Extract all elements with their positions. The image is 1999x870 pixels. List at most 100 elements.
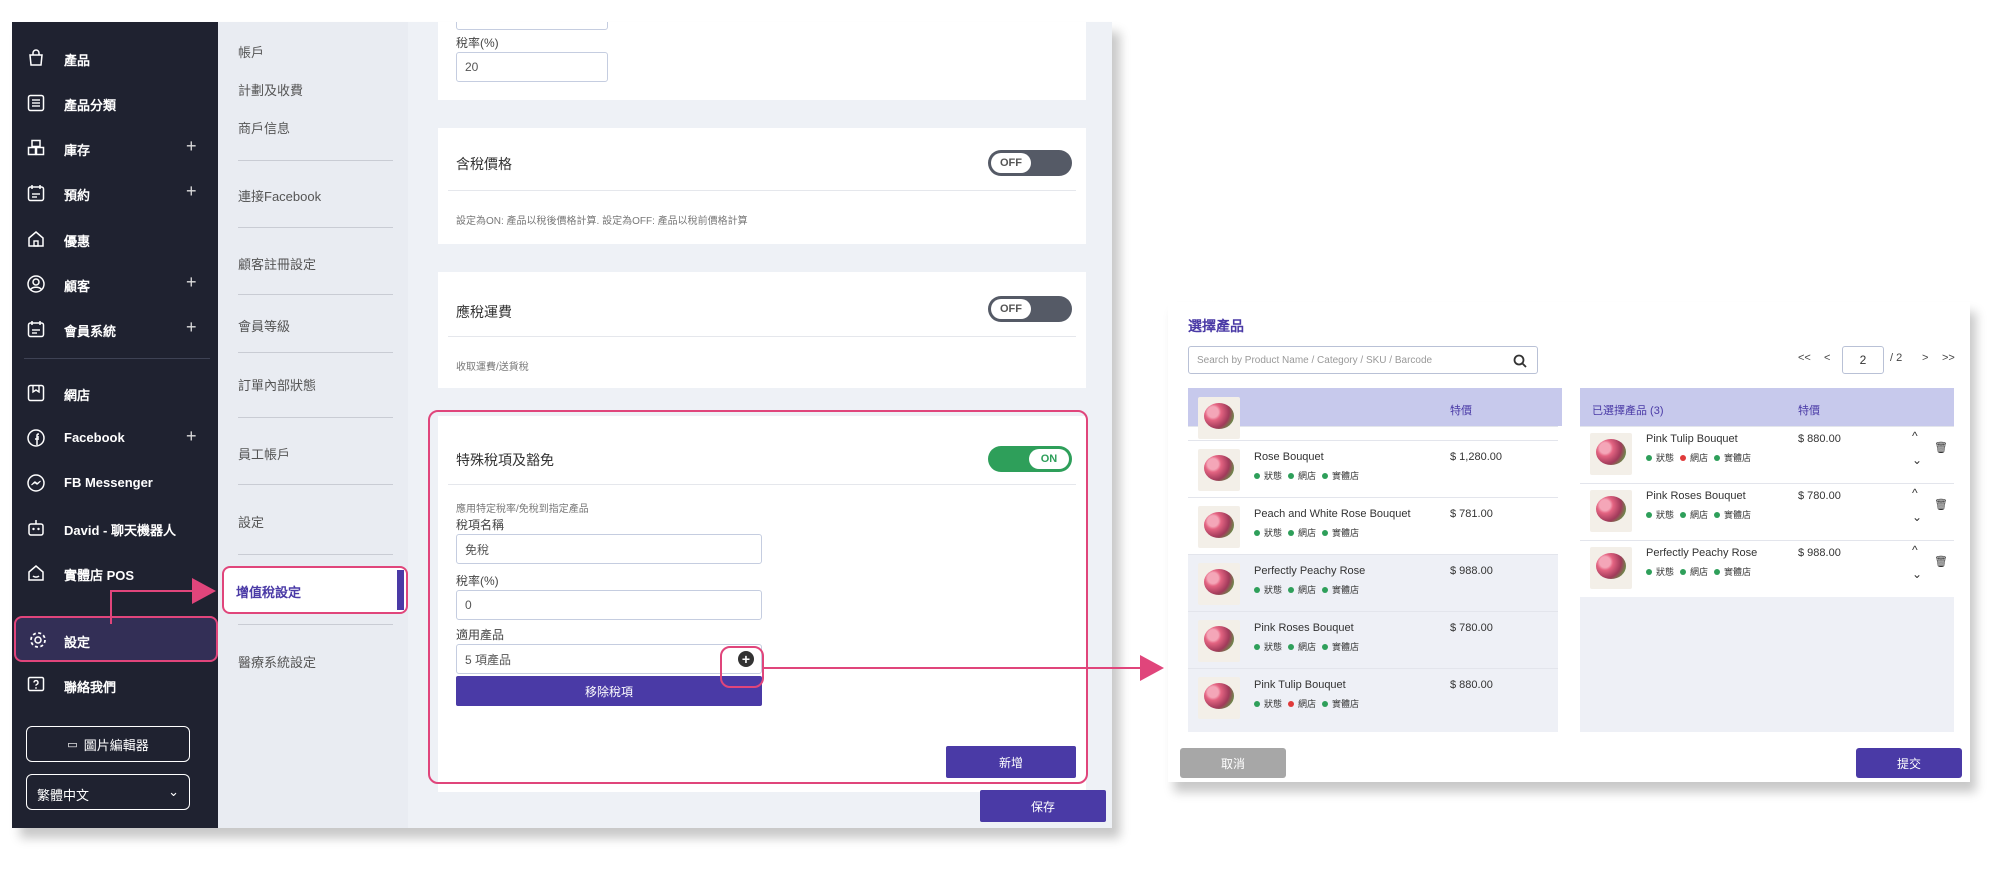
pager-next[interactable]: > xyxy=(1922,352,1928,364)
tax-rate-label: 稅率(%) xyxy=(456,36,499,50)
list-item[interactable]: Pink Tulip Bouquet $ 880.00 狀態 網店 實體店 xyxy=(1188,668,1562,725)
sidebar-item-8[interactable]: Facebook + xyxy=(12,418,218,458)
arrow-right-icon xyxy=(1140,655,1164,681)
sidebar-item-1[interactable]: 產品分類 xyxy=(12,83,218,123)
subnav-item-vat[interactable]: 增值稅設定 xyxy=(222,566,408,614)
tax-rate-input[interactable]: 20 xyxy=(456,52,608,82)
product-thumbnail xyxy=(1198,620,1240,662)
sidebar-item-label: 預約 xyxy=(64,188,91,203)
subnav-item-plan[interactable]: 計劃及收費 xyxy=(238,80,303,99)
tax-inclusive-toggle[interactable]: OFF xyxy=(988,150,1072,176)
list-icon xyxy=(26,93,46,113)
list-item[interactable]: Rose Bouquet $ 1,280.00 狀態 網店 實體店 xyxy=(1188,440,1562,497)
move-up-icon[interactable]: ^ xyxy=(1912,429,1918,443)
product-price: $ 988.00 xyxy=(1450,565,1493,577)
product-search-input[interactable]: Search by Product Name / Category / SKU … xyxy=(1188,346,1538,374)
sidebar-item-12[interactable]: 設定 xyxy=(14,616,218,662)
cancel-button[interactable]: 取消 xyxy=(1180,748,1286,778)
sidebar-item-9[interactable]: FB Messenger xyxy=(12,463,218,503)
submit-button[interactable]: 提交 xyxy=(1856,748,1962,778)
tag-label: 狀態 xyxy=(1264,585,1283,595)
subnav-item-registration[interactable]: 顧客註冊設定 xyxy=(238,254,316,273)
product-name: Peach and White Rose Bouquet xyxy=(1254,508,1411,520)
trash-icon[interactable]: 🗑 xyxy=(1934,441,1948,454)
subnav-divider xyxy=(238,160,393,161)
subnav-divider xyxy=(238,294,393,295)
sidebar-item-7[interactable]: 網店 xyxy=(12,373,218,413)
pos-icon xyxy=(26,563,46,583)
shipping-tax-toggle[interactable]: OFF xyxy=(988,296,1072,322)
list-item[interactable]: Peach and White Rose Bouquet $ 781.00 狀態 網店… xyxy=(1188,497,1562,554)
move-down-icon[interactable]: ⌄ xyxy=(1912,567,1922,581)
expand-plus-icon[interactable]: + xyxy=(186,317,197,338)
connector-line xyxy=(110,590,112,624)
status-dot xyxy=(1254,700,1260,707)
sidebar-item-label: 顧客 xyxy=(64,279,91,294)
subnav-item-vat-label: 增值稅設定 xyxy=(236,585,302,600)
sidebar-item-3[interactable]: 預約 + xyxy=(12,173,218,213)
page-number-input[interactable]: 2 xyxy=(1842,346,1884,374)
move-up-icon[interactable]: ^ xyxy=(1912,486,1918,500)
search-icon[interactable] xyxy=(1513,354,1527,368)
move-down-icon[interactable]: ⌄ xyxy=(1912,453,1922,467)
shipping-tax-title: 應稅運費 xyxy=(456,304,512,320)
product-name: Pink Tulip Bouquet xyxy=(1646,433,1738,445)
trash-icon[interactable]: 🗑 xyxy=(1934,498,1948,511)
pager-prev[interactable]: < xyxy=(1824,352,1830,364)
move-down-icon[interactable]: ⌄ xyxy=(1912,510,1922,524)
list-item-partial xyxy=(1188,397,1562,440)
scrollbar[interactable] xyxy=(1558,426,1562,732)
list-item[interactable]: Pink Roses Bouquet $ 780.00 狀態 網店 實體店 xyxy=(1188,611,1562,668)
expand-plus-icon[interactable]: + xyxy=(186,136,197,157)
sidebar-item-2[interactable]: 庫存 + xyxy=(12,128,218,168)
list-item[interactable]: Perfectly Peachy Rose $ 988.00 狀態 網店 實體店 xyxy=(1188,554,1562,611)
image-editor-button[interactable]: ▭ 圖片編輯器 xyxy=(26,726,190,762)
status-dot xyxy=(1680,454,1687,461)
expand-plus-icon[interactable]: + xyxy=(186,181,197,202)
pager-first[interactable]: << xyxy=(1798,352,1811,364)
subnav-item-settings[interactable]: 設定 xyxy=(238,512,264,531)
language-select[interactable]: 繁體中文 ⌄ xyxy=(26,774,190,810)
sidebar-item-label: 聯絡我們 xyxy=(64,680,117,695)
sidebar-divider xyxy=(24,358,210,359)
expand-plus-icon[interactable]: + xyxy=(186,426,197,447)
tag-label: 實體店 xyxy=(1332,471,1360,481)
sidebar-item-5[interactable]: 顧客 + xyxy=(12,264,218,304)
sidebar-item-label: 實體店 POS xyxy=(64,568,135,583)
pager-total: / 2 xyxy=(1890,352,1903,364)
sidebar-item-10[interactable]: David - 聊天機器人 xyxy=(12,508,218,548)
list-item[interactable]: Pink Roses Bouquet $ 780.00 狀態 網店 實體店 ^ ⌄ 🗑 xyxy=(1580,483,1954,540)
sidebar-item-label: 庫存 xyxy=(64,143,91,158)
trash-icon[interactable]: 🗑 xyxy=(1934,555,1948,568)
subnav-item-facebook[interactable]: 連接Facebook xyxy=(238,186,321,205)
subnav-divider xyxy=(238,554,393,555)
subnav-item-staff[interactable]: 員工帳戶 xyxy=(238,444,290,463)
pager-last[interactable]: >> xyxy=(1942,352,1955,364)
subnav-item-merchant[interactable]: 商戶信息 xyxy=(238,118,290,137)
tax-name-input-top[interactable] xyxy=(456,22,608,30)
subnav-divider xyxy=(238,484,393,485)
status-dot xyxy=(1254,472,1260,479)
product-price: $ 780.00 xyxy=(1798,490,1841,502)
save-button[interactable]: 保存 xyxy=(980,790,1106,822)
product-thumbnail xyxy=(1590,547,1632,589)
sidebar-item-6[interactable]: 會員系統 + xyxy=(12,309,218,349)
subnav-item-medical[interactable]: 醫療系統設定 xyxy=(238,652,316,671)
sidebar-item-11[interactable]: 實體店 POS xyxy=(12,553,218,593)
expand-plus-icon[interactable]: + xyxy=(186,272,197,293)
calendar-icon xyxy=(26,183,46,203)
sidebar-item-label: Facebook xyxy=(64,430,125,445)
subnav-item-member-levels[interactable]: 會員等級 xyxy=(238,316,290,335)
move-up-icon[interactable]: ^ xyxy=(1912,543,1918,557)
subnav-item-account[interactable]: 帳戶 xyxy=(238,42,264,61)
sidebar-item-13[interactable]: 聯絡我們 xyxy=(12,665,218,705)
tag-label: 網店 xyxy=(1298,699,1317,709)
modal-title: 選擇產品 xyxy=(1188,318,1244,334)
tag-label: 網店 xyxy=(1298,585,1317,595)
tax-rate-card: 稅率(%) 20 xyxy=(438,22,1086,100)
sidebar-item-4[interactable]: 優惠 xyxy=(12,219,218,259)
list-item[interactable]: Perfectly Peachy Rose $ 988.00 狀態 網店 實體店 ^ ⌄ 🗑 xyxy=(1580,540,1954,597)
sidebar-item-0[interactable]: 產品 xyxy=(12,38,218,78)
subnav-item-order-status[interactable]: 訂單內部狀態 xyxy=(238,375,316,394)
list-item[interactable]: Pink Tulip Bouquet $ 880.00 狀態 網店 實體店 ^ ⌄ 🗑 xyxy=(1580,426,1954,483)
